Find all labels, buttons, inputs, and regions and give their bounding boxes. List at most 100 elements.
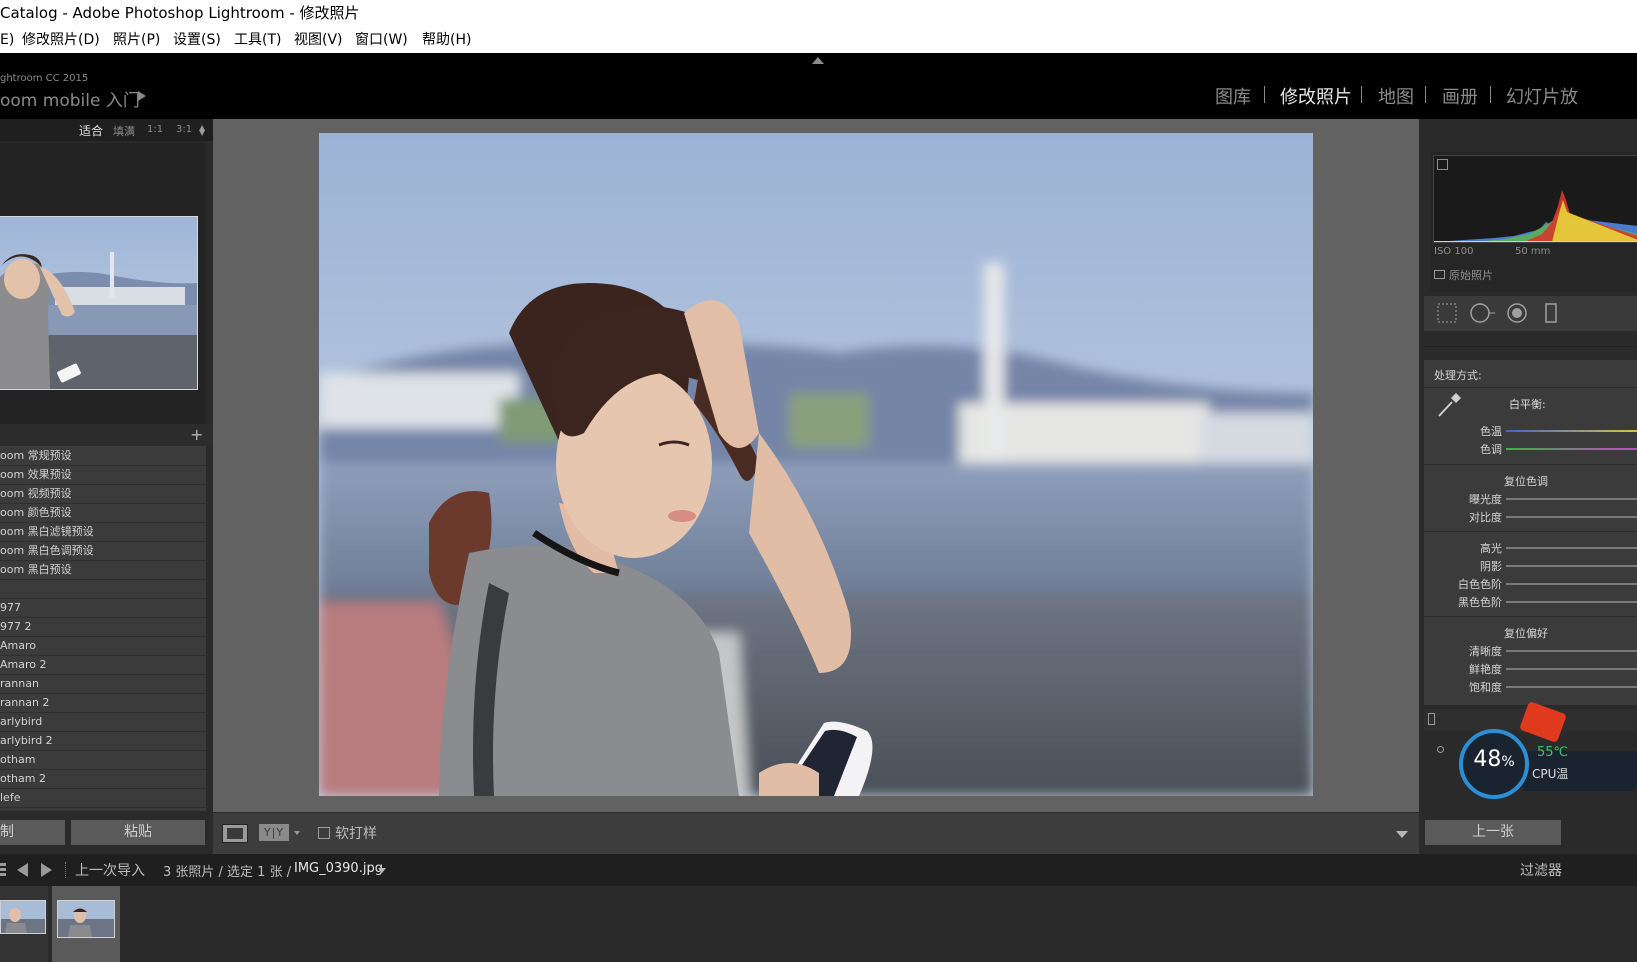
collapse-top-panel-arrow-icon[interactable]: [812, 57, 824, 64]
preset-item[interactable]: oom 颜色预设: [0, 503, 206, 523]
preset-item[interactable]: 977: [0, 598, 206, 618]
preset-item[interactable]: lefe: [0, 788, 206, 808]
module-develop[interactable]: 修改照片: [1280, 83, 1352, 109]
filename-dropdown-icon[interactable]: [378, 868, 386, 873]
menu-tools[interactable]: 工具(T): [234, 27, 281, 53]
reset-presence-label[interactable]: 复位偏好: [1504, 625, 1548, 641]
temp-label: 色温: [1480, 425, 1502, 438]
toolbar-menu-arrow-icon[interactable]: [1396, 831, 1408, 838]
filmstrip-thumbnail[interactable]: [0, 900, 46, 934]
module-separator: [1361, 86, 1362, 103]
menu-help[interactable]: 帮助(H): [422, 27, 471, 53]
preset-item[interactable]: [0, 579, 206, 599]
add-preset-icon[interactable]: +: [190, 425, 203, 444]
selected-filename[interactable]: IMG_0390.jpg: [294, 861, 383, 876]
preset-item[interactable]: 977 2: [0, 617, 206, 637]
module-library[interactable]: 图库: [1215, 83, 1251, 109]
play-arrow-icon[interactable]: [138, 91, 146, 101]
back-arrow-icon[interactable]: [17, 863, 28, 877]
temp-slider[interactable]: [1506, 430, 1637, 432]
filter-label[interactable]: 过滤器: [1520, 860, 1562, 880]
preset-item[interactable]: otham: [0, 750, 206, 770]
main-photo[interactable]: [319, 133, 1313, 796]
contrast-slider[interactable]: [1506, 516, 1637, 518]
copy-button[interactable]: 制: [0, 820, 65, 845]
module-book[interactable]: 画册: [1442, 83, 1478, 109]
zoom-1-1[interactable]: 1:1: [147, 124, 163, 135]
module-separator: [1264, 86, 1265, 103]
preset-item[interactable]: arlybird: [0, 712, 206, 732]
zoom-3-1[interactable]: 3:1: [176, 124, 192, 135]
exposure-label: 曝光度: [1469, 493, 1502, 506]
filmstrip-cell-selected[interactable]: [52, 886, 120, 962]
shadow-clipping-icon[interactable]: [1437, 159, 1448, 170]
soft-proofing-checkbox[interactable]: [318, 827, 330, 839]
cpu-temp-label: CPU温: [1532, 767, 1569, 781]
preset-item[interactable]: oom 黑白色调预设: [0, 541, 206, 561]
filmstrip-source[interactable]: 上一次导入: [75, 860, 145, 880]
chevron-down-icon[interactable]: [294, 831, 300, 835]
module-map[interactable]: 地图: [1378, 83, 1414, 109]
module-slideshow[interactable]: 幻灯片放: [1506, 83, 1578, 109]
forward-arrow-icon[interactable]: [41, 863, 52, 877]
contrast-label: 对比度: [1469, 511, 1502, 524]
reset-tone-label[interactable]: 复位色调: [1504, 473, 1548, 489]
filmstrip-cell[interactable]: [0, 886, 48, 962]
zoom-fit[interactable]: 适合: [79, 122, 103, 139]
preset-item[interactable]: rannan: [0, 674, 206, 694]
saturation-slider[interactable]: [1506, 686, 1637, 688]
grid-view-icon[interactable]: [0, 863, 6, 877]
preset-item[interactable]: otham 2: [0, 769, 206, 789]
preset-item[interactable]: oom 效果预设: [0, 465, 206, 485]
menu-develop[interactable]: 修改照片(D): [22, 27, 100, 53]
menu-settings[interactable]: 设置(S): [173, 27, 221, 53]
blacks-slider[interactable]: [1506, 601, 1637, 603]
whites-slider[interactable]: [1506, 583, 1637, 585]
zoom-fill[interactable]: 填满: [113, 123, 135, 139]
spot-removal-icon[interactable]: [1467, 304, 1491, 322]
navigator-preview[interactable]: [0, 216, 198, 390]
filmstrip: [0, 886, 1637, 962]
filmstrip-bar: 上一次导入 3 张照片 / 选定 1 张 / IMG_0390.jpg 过滤器: [0, 854, 1637, 886]
tint-slider[interactable]: [1506, 448, 1637, 450]
preset-item[interactable]: Amaro 2: [0, 655, 206, 675]
shadows-label: 阴影: [1480, 560, 1502, 573]
cpu-monitor-widget[interactable]: 48%: [1459, 729, 1529, 799]
clarity-slider[interactable]: [1506, 650, 1637, 652]
paste-button[interactable]: 粘贴: [71, 820, 205, 845]
menu-edit[interactable]: E): [0, 27, 14, 53]
filmstrip-thumbnail-selected[interactable]: [57, 900, 115, 938]
shadows-slider[interactable]: [1506, 565, 1637, 567]
zoom-updown-icon[interactable]: ▲ ▼: [199, 124, 205, 137]
preset-item[interactable]: rannan 2: [0, 693, 206, 713]
preset-item[interactable]: oom 黑白滤镜预设: [0, 522, 206, 542]
menu-photo[interactable]: 照片(P): [113, 27, 160, 53]
graduated-filter-icon[interactable]: [1545, 304, 1557, 322]
preset-item[interactable]: oom 视频预设: [0, 484, 206, 504]
gift-widget-icon[interactable]: [1519, 701, 1567, 743]
lightroom-mobile-link[interactable]: oom mobile 入门: [0, 86, 140, 111]
photo-count: 3 张照片 / 选定 1 张 /: [163, 865, 292, 880]
crop-tool-icon[interactable]: [1433, 304, 1451, 322]
eyedropper-icon[interactable]: [1434, 390, 1464, 420]
preset-item[interactable]: oom 黑白预设: [0, 560, 206, 580]
vibrance-slider[interactable]: [1506, 668, 1637, 670]
red-eye-icon[interactable]: [1506, 304, 1526, 322]
preset-item[interactable]: Amaro: [0, 636, 206, 656]
panel-switch-icon[interactable]: [1428, 713, 1435, 725]
preset-item[interactable]: oom 常规预设: [0, 446, 206, 466]
presets-header: +: [0, 424, 213, 446]
highlights-slider[interactable]: [1506, 547, 1637, 549]
before-after-button[interactable]: Y|Y: [259, 824, 289, 841]
original-photo-checkbox[interactable]: [1434, 270, 1445, 279]
previous-button[interactable]: 上一张: [1425, 820, 1561, 845]
exposure-slider[interactable]: [1506, 498, 1637, 500]
left-panel: 适合 填满 1:1 3:1 ▲ ▼ + oom 常规预设 oom 效果预设 oo…: [0, 119, 213, 855]
target-adjust-icon[interactable]: [1437, 746, 1444, 753]
menu-view[interactable]: 视图(V): [294, 27, 343, 53]
tool-strip: [1424, 296, 1637, 331]
menu-window[interactable]: 窗口(W): [355, 27, 408, 53]
navigator-panel: [0, 143, 206, 438]
preset-item[interactable]: arlybird 2: [0, 731, 206, 751]
loupe-view-button[interactable]: [222, 824, 248, 843]
